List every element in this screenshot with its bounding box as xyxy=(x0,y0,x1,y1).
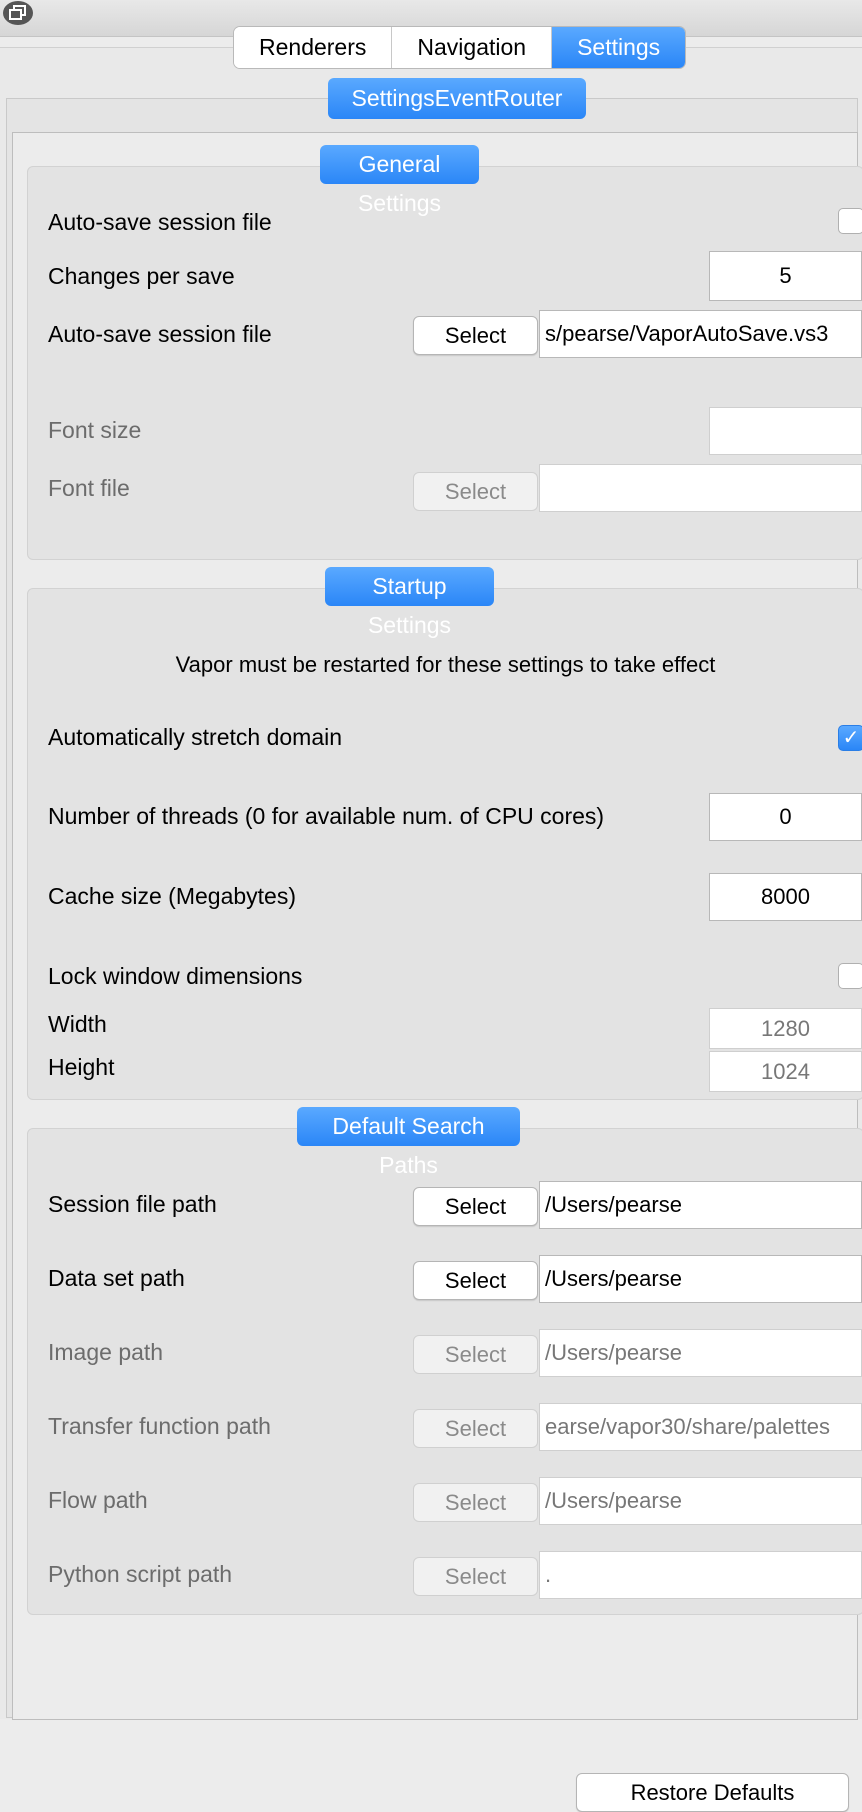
data-set-path-input[interactable]: /Users/pearse xyxy=(539,1255,862,1303)
lock-dimensions-label: Lock window dimensions xyxy=(48,963,303,989)
general-settings-group: Auto-save session file Changes per save … xyxy=(27,166,862,560)
height-label: Height xyxy=(48,1054,115,1080)
tab-settings[interactable]: Settings xyxy=(552,27,686,68)
flow-path-label: Flow path xyxy=(48,1487,148,1513)
tab-navigation[interactable]: Navigation xyxy=(392,27,553,68)
height-input[interactable]: 1024 xyxy=(709,1051,862,1092)
settings-content: Auto-save session file Changes per save … xyxy=(12,132,862,1812)
width-label: Width xyxy=(48,1011,107,1037)
font-file-input[interactable] xyxy=(539,464,862,512)
threads-label: Number of threads (0 for available num. … xyxy=(48,803,605,829)
autosave-file-select-button[interactable]: Select xyxy=(413,316,538,355)
font-size-label: Font size xyxy=(48,417,142,443)
image-path-input[interactable]: /Users/pearse xyxy=(539,1329,862,1377)
session-path-label: Session file path xyxy=(48,1191,217,1217)
python-script-path-label: Python script path xyxy=(48,1561,233,1587)
flow-path-select-button[interactable]: Select xyxy=(413,1483,538,1522)
transfer-function-path-input[interactable]: earse/vapor30/share/palettes xyxy=(539,1403,862,1451)
image-path-select-button[interactable]: Select xyxy=(413,1335,538,1374)
changes-per-save-label: Changes per save xyxy=(48,263,235,289)
stretch-domain-checkbox[interactable]: ✓ xyxy=(838,725,862,751)
flow-path-input[interactable]: /Users/pearse xyxy=(539,1477,862,1525)
width-input[interactable]: 1280 xyxy=(709,1008,862,1049)
font-file-select-button[interactable]: Select xyxy=(413,472,538,511)
general-settings-title: General Settings xyxy=(320,145,479,216)
lock-dimensions-checkbox[interactable] xyxy=(838,963,862,989)
restore-defaults-button[interactable]: Restore Defaults xyxy=(576,1773,849,1812)
transfer-function-path-select-button[interactable]: Select xyxy=(413,1409,538,1448)
image-path-label: Image path xyxy=(48,1339,164,1365)
autosave-label: Auto-save session file xyxy=(48,209,272,235)
tab-renderers[interactable]: Renderers xyxy=(234,27,393,68)
changes-per-save-input[interactable]: 5 xyxy=(709,251,862,301)
float-window-icon[interactable] xyxy=(3,1,33,25)
restart-note: Vapor must be restarted for these settin… xyxy=(175,652,716,677)
autosave-file-label: Auto-save session file xyxy=(48,321,272,347)
threads-input[interactable]: 0 xyxy=(709,793,862,841)
data-set-path-select-button[interactable]: Select xyxy=(413,1261,538,1300)
autosave-file-input[interactable]: s/pearse/VaporAutoSave.vs3 xyxy=(539,310,862,358)
router-title: SettingsEventRouter xyxy=(328,78,586,119)
startup-settings-group: Vapor must be restarted for these settin… xyxy=(27,588,862,1100)
session-path-select-button[interactable]: Select xyxy=(413,1187,538,1226)
startup-settings-title: Startup Settings xyxy=(325,567,494,638)
stretch-domain-label: Automatically stretch domain xyxy=(48,724,343,750)
search-paths-title: Default Search Paths xyxy=(297,1107,520,1178)
search-paths-group: Session file path Select /Users/pearse D… xyxy=(27,1128,862,1615)
cache-size-input[interactable]: 8000 xyxy=(709,873,862,921)
transfer-function-path-label: Transfer function path xyxy=(48,1413,271,1439)
font-size-input[interactable] xyxy=(709,407,862,455)
python-script-path-select-button[interactable]: Select xyxy=(413,1557,538,1596)
tab-bar: Renderers Navigation Settings xyxy=(233,26,687,69)
font-file-label: Font file xyxy=(48,475,130,501)
session-path-input[interactable]: /Users/pearse xyxy=(539,1181,862,1229)
cache-size-label: Cache size (Megabytes) xyxy=(48,883,296,909)
python-script-path-input[interactable]: . xyxy=(539,1551,862,1599)
autosave-checkbox[interactable] xyxy=(838,208,862,234)
data-set-path-label: Data set path xyxy=(48,1265,185,1291)
